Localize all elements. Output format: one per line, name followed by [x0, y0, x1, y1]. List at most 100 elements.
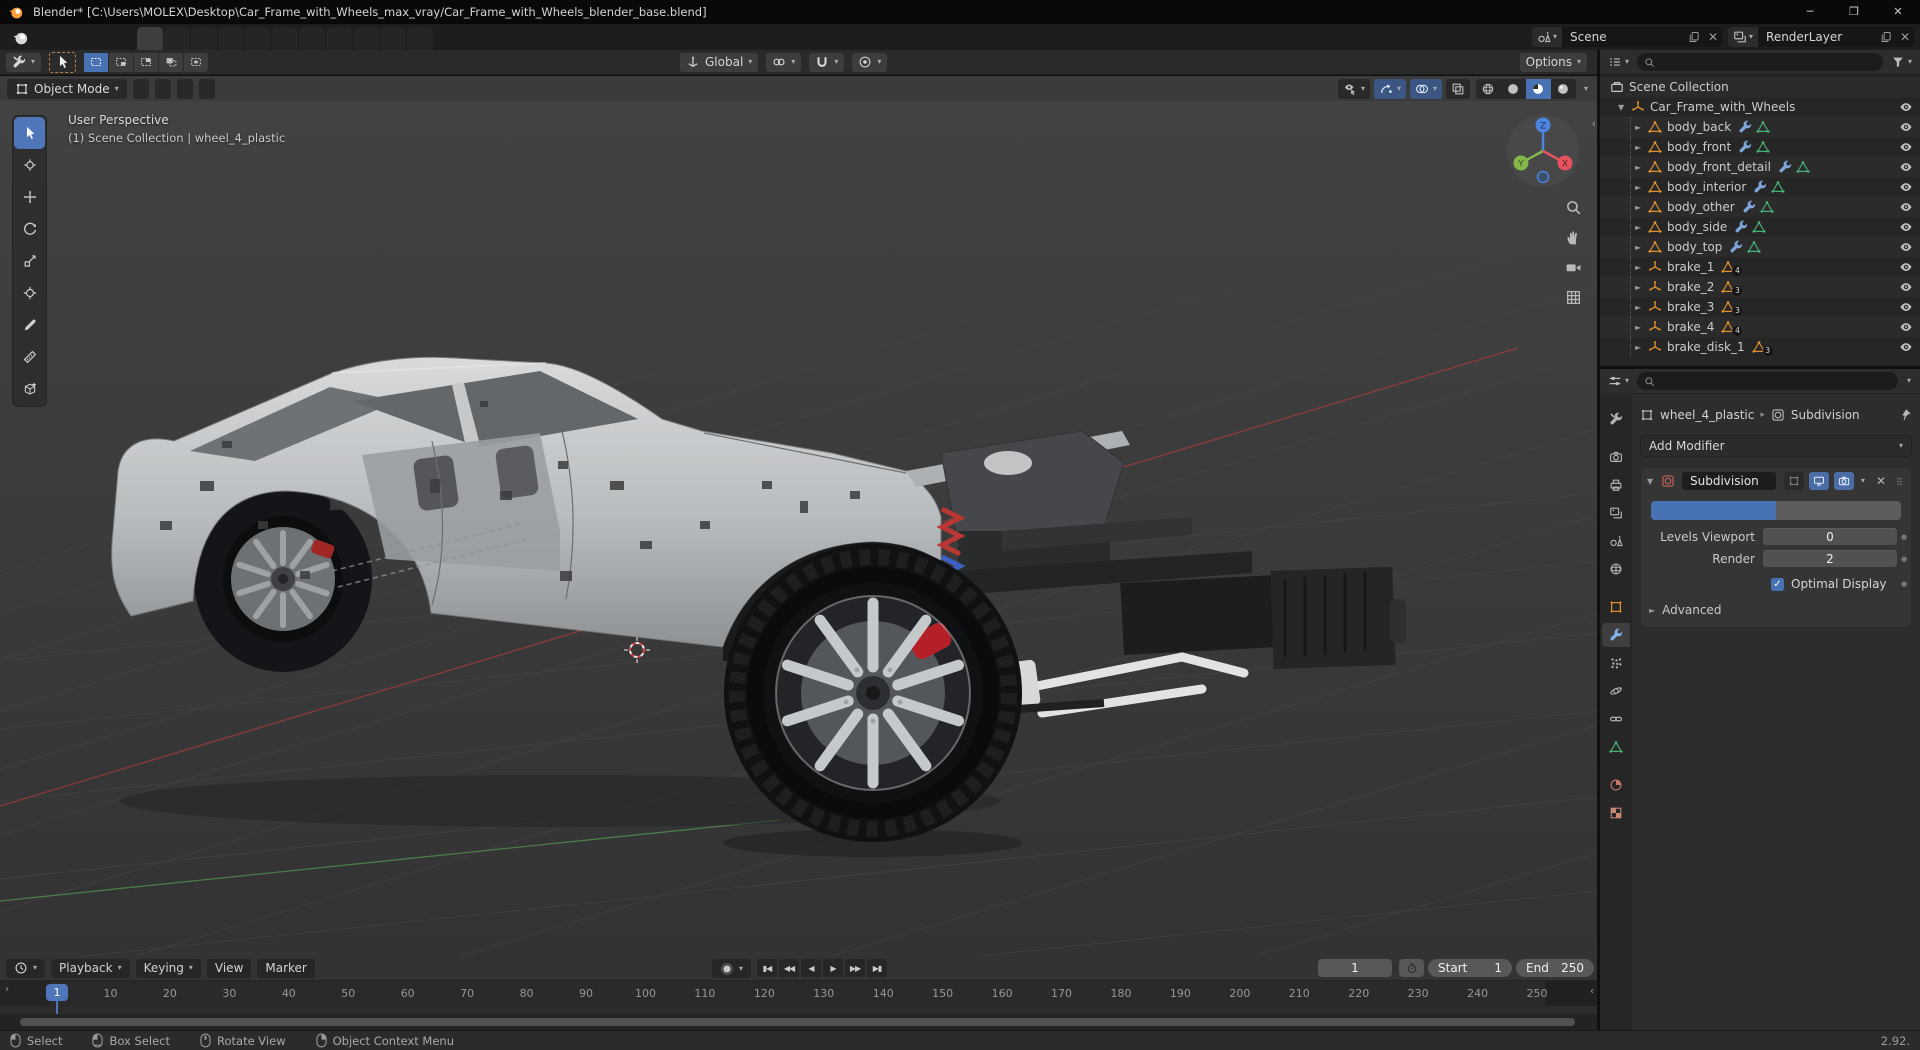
- front-wheel[interactable]: [724, 544, 1022, 842]
- scene-name[interactable]: Scene: [1562, 30, 1684, 44]
- hide-in-viewport-eye-icon[interactable]: [1899, 240, 1915, 254]
- transport-button[interactable]: ◀◀: [779, 959, 799, 977]
- workspace-tab[interactable]: [326, 27, 352, 50]
- object-name[interactable]: body_front_detail: [1667, 160, 1771, 174]
- proportional-editing-toggle[interactable]: ▾: [852, 52, 888, 72]
- properties-tab-tooltab[interactable]: [1602, 407, 1630, 431]
- viewport-3d[interactable]: User Perspective (1) Scene Collection | …: [0, 101, 1597, 956]
- sidebar-collapse-arrow[interactable]: ‹: [1592, 117, 1596, 130]
- modifier-extras-dropdown[interactable]: ▾: [1858, 477, 1868, 485]
- transport-button[interactable]: ▶▮: [867, 959, 887, 977]
- scene-copy-icon[interactable]: [1684, 27, 1704, 47]
- properties-tab-scenecone[interactable]: [1602, 529, 1630, 553]
- gizmo-neg-z-axis[interactable]: [1536, 170, 1550, 184]
- select-mode-sel-inv[interactable]: [159, 52, 184, 72]
- field-value[interactable]: 0: [1763, 528, 1897, 545]
- disclosure-arrow[interactable]: ►: [1635, 263, 1648, 272]
- properties-tab-constraints[interactable]: [1602, 707, 1630, 731]
- workspace-tab[interactable]: [218, 27, 244, 50]
- scene-icon[interactable]: ▾: [1532, 27, 1563, 47]
- outliner-search-input[interactable]: [1637, 53, 1883, 71]
- select-mode-sel-sub[interactable]: [134, 52, 159, 72]
- animate-dot[interactable]: ●: [1897, 580, 1911, 588]
- outliner-row-empty[interactable]: ► brake_3 3: [1600, 297, 1920, 317]
- shading-mode-shade-solid[interactable]: [1501, 79, 1526, 99]
- properties-tab-texture[interactable]: [1602, 801, 1630, 825]
- disclosure-arrow[interactable]: ►: [1635, 243, 1648, 252]
- outliner-row-meshtri[interactable]: ► body_front_detail: [1600, 157, 1920, 177]
- workspace-tab[interactable]: [191, 27, 217, 50]
- select-mode-sel-new[interactable]: [84, 52, 109, 72]
- viewlayer-name[interactable]: RenderLayer: [1758, 30, 1876, 44]
- properties-filter-dropdown[interactable]: ▾: [1903, 377, 1915, 385]
- modifier-close-icon[interactable]: ✕: [1872, 474, 1890, 488]
- object-name[interactable]: Scene Collection: [1629, 80, 1729, 94]
- timeline-menu[interactable]: View: [206, 958, 252, 978]
- animate-dot[interactable]: ●: [1897, 555, 1911, 563]
- outliner-editor-type-button[interactable]: ▾: [1605, 55, 1632, 69]
- outliner-row-empty[interactable]: ► brake_disk_1 3: [1600, 337, 1920, 357]
- viewlayer-icon[interactable]: ▾: [1728, 27, 1759, 47]
- workspace-tab[interactable]: [407, 27, 433, 50]
- scene-unlink-icon[interactable]: ✕: [1704, 27, 1722, 47]
- hide-in-viewport-eye-icon[interactable]: [1899, 140, 1915, 154]
- editor-type-button[interactable]: ▾: [6, 52, 42, 72]
- disclosure-arrow[interactable]: ►: [1635, 183, 1648, 192]
- disclosure-arrow[interactable]: ►: [1635, 123, 1648, 132]
- viewlayer-remove-icon[interactable]: ✕: [1896, 27, 1914, 47]
- car-frame-model[interactable]: [111, 356, 1406, 857]
- outliner-row-collection[interactable]: Scene Collection: [1600, 77, 1920, 97]
- transport-button[interactable]: ▮◀: [757, 959, 777, 977]
- tool-measure[interactable]: [14, 341, 45, 373]
- select-mode-sel-ext[interactable]: [109, 52, 134, 72]
- breadcrumb-object[interactable]: wheel_4_plastic: [1660, 408, 1754, 422]
- timeline-ruler[interactable]: 10 20 30 40 50 60 70 80 90 100 110 120 130 140 150 160 1…: [0, 980, 1597, 1030]
- hide-in-viewport-eye-icon[interactable]: [1899, 120, 1915, 134]
- properties-tab-images[interactable]: [1602, 501, 1630, 525]
- outliner-row-meshtri[interactable]: ► body_back: [1600, 117, 1920, 137]
- transport-button[interactable]: ▶: [823, 959, 843, 977]
- viewport-menu[interactable]: [198, 78, 215, 99]
- outliner-row-empty[interactable]: ► brake_1 4: [1600, 257, 1920, 277]
- viewport-toggle-overlays[interactable]: ▾: [1409, 78, 1442, 99]
- outliner-row-meshtri[interactable]: ► body_interior: [1600, 177, 1920, 197]
- viewport-toggle-objvis[interactable]: ▾: [1337, 78, 1370, 99]
- blender-menu-button[interactable]: [6, 29, 35, 46]
- disclosure-arrow[interactable]: ►: [1635, 163, 1648, 172]
- object-name[interactable]: body_side: [1667, 220, 1727, 234]
- outliner-row-empty[interactable]: ▼ Car_Frame_with_Wheels: [1600, 97, 1920, 117]
- properties-tab-particles[interactable]: [1602, 651, 1630, 675]
- frame-start-field[interactable]: Start 1: [1428, 959, 1512, 977]
- optimal-display-checkbox[interactable]: ✓: [1771, 577, 1784, 591]
- nav-button-magnifier[interactable]: [1565, 199, 1582, 216]
- viewport-toggle-xray[interactable]: [1445, 78, 1470, 99]
- object-name[interactable]: body_interior: [1667, 180, 1746, 194]
- object-name[interactable]: body_top: [1667, 240, 1722, 254]
- transport-button[interactable]: ▶▶: [845, 959, 865, 977]
- realtime-display-toggle[interactable]: [1808, 472, 1829, 490]
- field-value[interactable]: 2: [1763, 550, 1897, 567]
- timeline-editor-type-button[interactable]: ▾: [6, 958, 46, 978]
- workspace-tab[interactable]: [299, 27, 325, 50]
- hide-in-viewport-eye-icon[interactable]: [1899, 280, 1915, 294]
- hide-in-viewport-eye-icon[interactable]: [1899, 220, 1915, 234]
- use-preview-range-toggle[interactable]: [1399, 959, 1424, 977]
- minimize-button[interactable]: ─: [1788, 0, 1832, 24]
- shading-mode-shade-mat[interactable]: [1525, 78, 1551, 99]
- disclosure-arrow[interactable]: ►: [1635, 323, 1648, 332]
- hide-in-viewport-eye-icon[interactable]: [1899, 160, 1915, 174]
- modifier-panel-header[interactable]: ▼ Subdivision ▾ ✕: [1641, 468, 1911, 494]
- properties-search-input[interactable]: [1637, 372, 1898, 390]
- add-modifier-button[interactable]: Add Modifier ▾: [1640, 435, 1912, 457]
- snap-toggle[interactable]: ▾: [809, 52, 845, 72]
- panel-disclosure-arrow[interactable]: ▼: [1647, 477, 1657, 486]
- shading-mode-shade-wire[interactable]: [1476, 79, 1501, 99]
- shading-dropdown[interactable]: ▾: [1582, 84, 1590, 93]
- viewport-menu[interactable]: [176, 78, 193, 99]
- viewlayer-selector[interactable]: ▾ RenderLayer ✕: [1728, 27, 1914, 47]
- properties-tab-objsquare[interactable]: [1602, 595, 1630, 619]
- disclosure-arrow[interactable]: ►: [1635, 223, 1648, 232]
- active-tool-button[interactable]: [49, 51, 77, 73]
- viewport-menu[interactable]: [132, 78, 149, 99]
- workspace-tab[interactable]: [137, 27, 163, 50]
